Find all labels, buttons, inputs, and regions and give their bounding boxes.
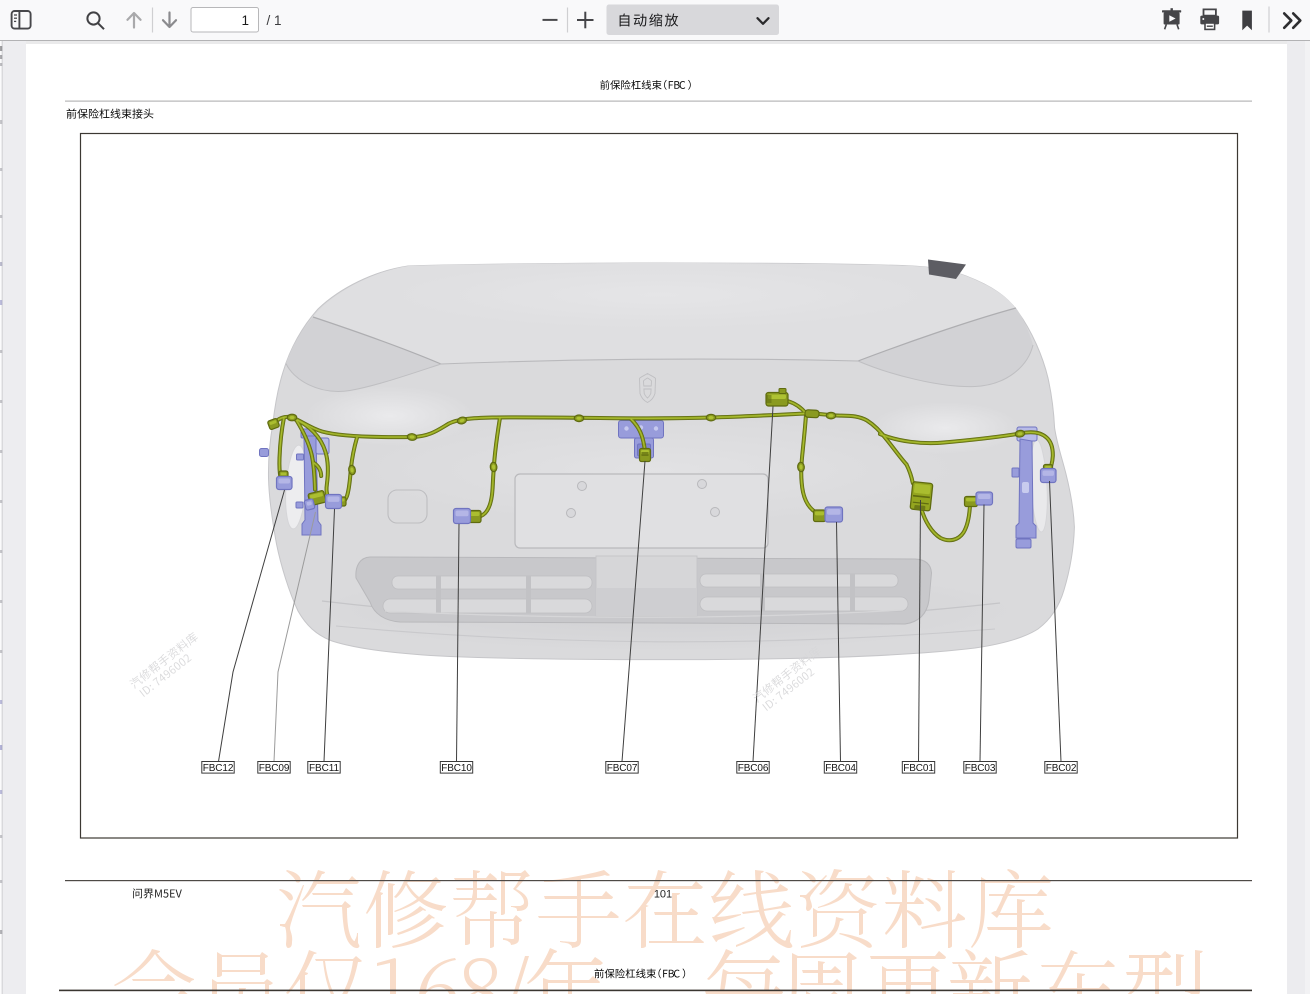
svg-text:1: 1 [241,13,249,28]
svg-text:FBC12: FBC12 [203,763,234,774]
svg-text:101: 101 [654,889,672,901]
svg-text:FBC04: FBC04 [825,763,856,774]
svg-text:FBC01: FBC01 [903,763,934,774]
svg-text:FBC06: FBC06 [738,763,769,774]
svg-text:FBC03: FBC03 [965,763,996,774]
svg-text:FBC02: FBC02 [1046,763,1077,774]
svg-text:/ 1: / 1 [267,13,282,28]
svg-text:FBC09: FBC09 [259,763,290,774]
svg-text:FBC10: FBC10 [441,763,472,774]
svg-text:FBC11: FBC11 [309,763,339,774]
svg-text:FBC07: FBC07 [607,763,638,774]
